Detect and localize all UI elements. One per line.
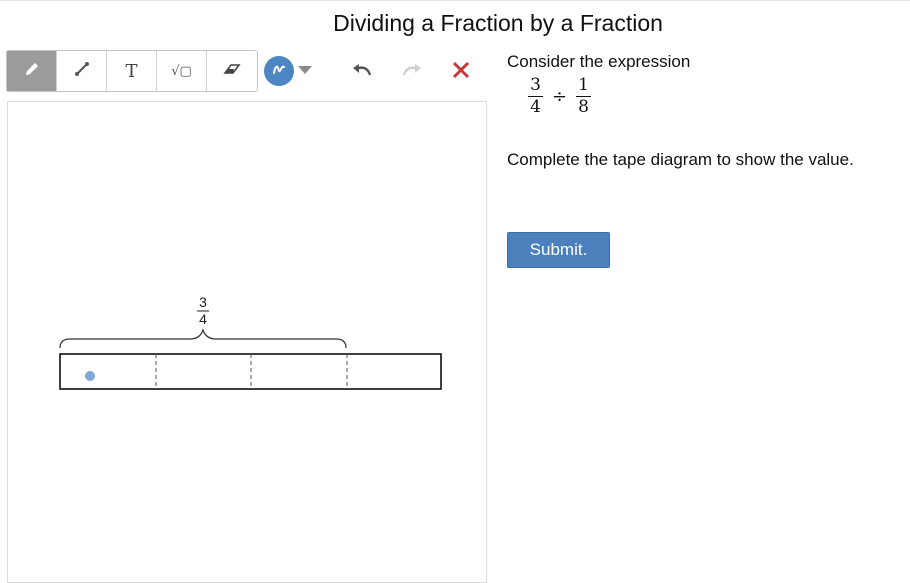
fraction-right: 1 8 <box>576 75 592 117</box>
bracket-numerator: 3 <box>199 294 207 310</box>
text-tool[interactable]: T <box>107 51 157 91</box>
line-icon <box>72 59 92 84</box>
prompt-text: Consider the expression <box>507 52 691 71</box>
tape-bracket <box>59 328 347 349</box>
fraction-left: 3 4 <box>528 76 543 117</box>
color-picker-button[interactable] <box>264 56 294 86</box>
divide-operator: ÷ <box>552 86 568 107</box>
pencil-icon <box>22 59 42 84</box>
numerator: 1 <box>578 75 589 95</box>
expression: 3 4 ÷ 1 8 <box>528 75 592 117</box>
eraser-icon <box>222 59 242 84</box>
line-tool[interactable] <box>57 51 107 91</box>
drawn-dot <box>85 371 95 381</box>
denominator: 4 <box>530 97 541 117</box>
text-icon: T <box>125 60 138 82</box>
close-icon <box>451 61 471 84</box>
math-tool[interactable]: √▢ <box>157 51 207 91</box>
instruction-text: Complete the tape diagram to show the va… <box>507 150 854 169</box>
pencil-tool[interactable] <box>7 51 57 91</box>
drawing-canvas[interactable]: 3 4 <box>7 101 487 583</box>
scribble-icon <box>271 61 287 82</box>
sqrt-icon: √▢ <box>171 63 192 79</box>
top-divider <box>0 0 910 1</box>
submit-button[interactable]: Submit. <box>507 232 610 268</box>
undo-button[interactable] <box>350 60 374 85</box>
numerator: 3 <box>530 75 541 95</box>
drawing-toolbar: T √▢ <box>6 50 258 92</box>
redo-button[interactable] <box>400 60 424 85</box>
denominator: 8 <box>578 97 589 117</box>
chevron-down-icon[interactable] <box>298 66 312 74</box>
page-title: Dividing a Fraction by a Fraction <box>333 10 663 36</box>
question-panel: Consider the expression 3 4 ÷ 1 8 Comple… <box>507 52 907 268</box>
bracket-denominator: 4 <box>199 311 207 327</box>
clear-button[interactable] <box>451 60 471 85</box>
undo-icon <box>350 64 374 84</box>
tape-diagram: 3 4 <box>59 294 442 390</box>
eraser-tool[interactable] <box>207 51 256 91</box>
redo-icon <box>400 64 424 84</box>
